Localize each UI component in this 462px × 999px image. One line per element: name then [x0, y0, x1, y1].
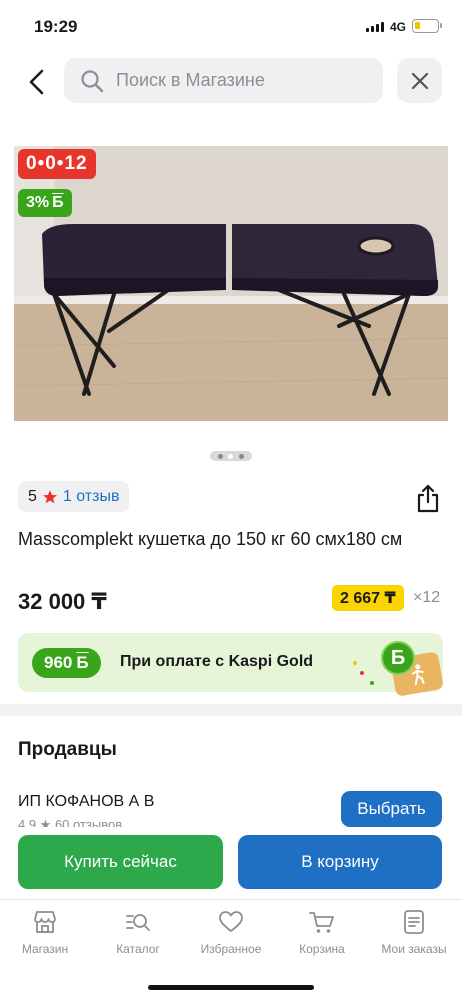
installment-badge[interactable]: 2 667 ₸ [332, 585, 404, 611]
bonus-coin-icon: Б [381, 641, 415, 675]
pagination-dot [239, 453, 245, 459]
product-title: Masscomplekt кушетка до 150 кг 60 смх180… [18, 529, 403, 549]
bonus-currency: Б [76, 653, 89, 672]
store-icon [34, 911, 56, 933]
battery-icon [412, 19, 442, 33]
buy-now-button[interactable]: Купить сейчас [18, 835, 223, 889]
sellers-heading: Продавцы [18, 739, 117, 760]
home-indicator [148, 985, 314, 990]
pagination-dot [217, 453, 223, 459]
bonus-amount: 960 [44, 653, 73, 672]
close-icon [411, 72, 428, 89]
seller-rating: 4.9 ★ 60 отзывов [18, 817, 123, 827]
network-type: 4G [390, 20, 407, 34]
pagination-dot-active [228, 453, 234, 459]
tab-favorites[interactable]: Избранное [186, 908, 276, 956]
tab-cart[interactable]: Корзина [277, 908, 367, 956]
close-button[interactable] [397, 58, 442, 103]
bonus-symbol: Б [52, 194, 64, 211]
search-placeholder: Поиск в Магазине [116, 70, 265, 90]
back-button[interactable] [20, 62, 54, 102]
search-input[interactable]: Поиск в Магазине [64, 58, 383, 103]
bonus-percent-badge: 3% Б [18, 189, 72, 217]
gallery-pagination[interactable] [210, 451, 252, 461]
choose-seller-button[interactable]: Выбрать [341, 791, 442, 827]
status-bar: 19:29 4G [0, 0, 462, 54]
confetti-icon [370, 681, 374, 685]
search-icon [81, 69, 104, 92]
cart-icon [309, 912, 334, 933]
tab-label: Избранное [200, 942, 262, 956]
kaspi-gold-banner[interactable]: 960 Б При оплате с Kaspi Gold Б [18, 633, 444, 697]
section-divider [0, 704, 462, 716]
bonus-amount-badge: 960 Б [32, 648, 101, 678]
reviews-link[interactable]: 1 отзыв [63, 488, 120, 506]
rating-chip[interactable]: 5 1 отзыв [18, 481, 130, 512]
product-price: 32 000 ₸ [18, 589, 107, 614]
bonus-percent: 3% [26, 194, 50, 211]
tab-store[interactable]: Магазин [0, 908, 90, 956]
orders-icon [404, 910, 424, 934]
chevron-left-icon [29, 69, 44, 95]
heart-icon [219, 911, 243, 932]
installment-count: ×12 [413, 589, 441, 606]
confetti-icon [360, 671, 364, 675]
catalog-search-icon [126, 914, 150, 931]
tab-label: Каталог [116, 942, 160, 956]
timer-badge: 0•0•12 [18, 149, 96, 179]
seller-name[interactable]: ИП КОФАНОВ А В [18, 793, 154, 811]
tab-orders[interactable]: Мои заказы [369, 908, 459, 956]
rating-value: 5 [28, 487, 37, 505]
tab-label: Корзина [299, 942, 345, 956]
confetti-icon [353, 661, 357, 665]
tab-label: Магазин [21, 942, 69, 956]
status-time: 19:29 [34, 17, 78, 36]
add-to-cart-button[interactable]: В корзину [238, 835, 442, 889]
tab-label: Мои заказы [381, 942, 447, 956]
massage-table-image [14, 146, 448, 421]
bottom-tab-bar: Магазин Каталог Избранное Корзина Мои за… [0, 899, 462, 999]
product-image[interactable] [14, 146, 448, 421]
star-icon [42, 489, 57, 503]
promo-text: При оплате с Kaspi Gold [120, 653, 314, 670]
signal-icon [366, 22, 384, 32]
tab-catalog[interactable]: Каталог [93, 908, 183, 956]
share-icon[interactable] [414, 484, 442, 514]
